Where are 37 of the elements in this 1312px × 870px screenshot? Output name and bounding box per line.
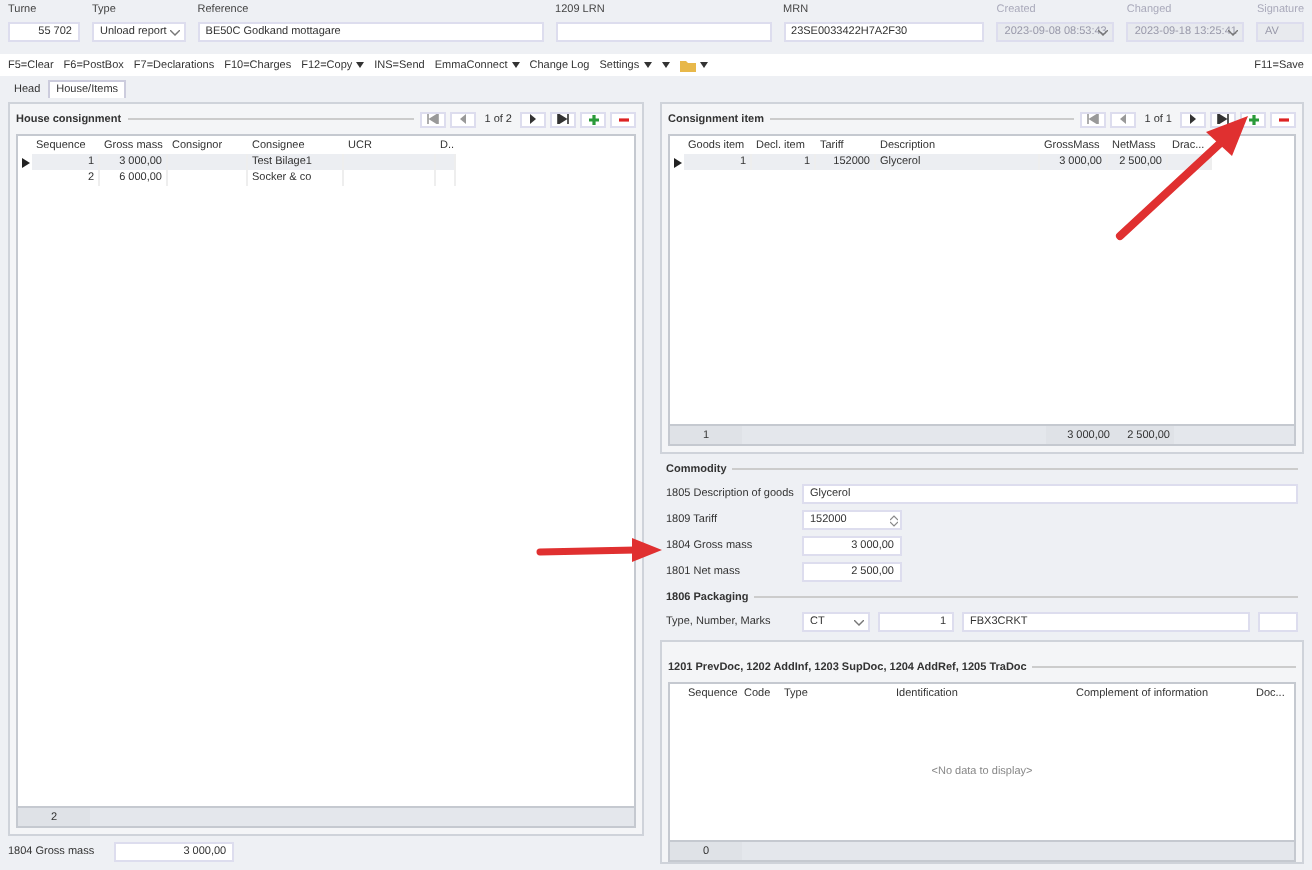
first-page-icon bbox=[1086, 114, 1101, 124]
add-button[interactable] bbox=[580, 111, 606, 127]
chevron-down-icon bbox=[169, 29, 180, 35]
last-page-icon bbox=[1216, 114, 1230, 124]
next-icon bbox=[1188, 114, 1198, 124]
input-field[interactable] bbox=[1258, 612, 1298, 632]
remove-button[interactable] bbox=[610, 111, 636, 127]
remove-button[interactable] bbox=[1270, 111, 1296, 127]
chevron-down-icon bbox=[854, 619, 864, 625]
previous-icon bbox=[1118, 114, 1129, 124]
folder-icon bbox=[679, 59, 696, 71]
first-page-icon bbox=[426, 114, 441, 124]
previous-page-button[interactable] bbox=[450, 111, 477, 127]
annotation-arrow bbox=[536, 538, 662, 562]
next-icon bbox=[528, 114, 538, 124]
plus-icon bbox=[587, 113, 599, 125]
caret-icon bbox=[356, 62, 365, 68]
plus-icon bbox=[1247, 113, 1259, 125]
last-page-button[interactable] bbox=[550, 111, 576, 127]
spinner-arrows-icon bbox=[890, 513, 898, 527]
input-field[interactable] bbox=[555, 22, 772, 42]
next-page-button[interactable] bbox=[520, 111, 546, 127]
minus-icon bbox=[617, 113, 629, 125]
caret-icon bbox=[511, 62, 520, 68]
annotation-arrow bbox=[1116, 116, 1248, 240]
chevron-down-icon bbox=[1228, 29, 1239, 35]
minus-icon bbox=[1277, 113, 1289, 125]
next-page-button[interactable] bbox=[1180, 111, 1206, 127]
previous-page-button[interactable] bbox=[1110, 111, 1137, 127]
folder-menu-button[interactable] bbox=[679, 59, 708, 71]
caret-icon bbox=[699, 62, 708, 68]
toolbar-menu-button[interactable] bbox=[661, 62, 670, 68]
first-page-button[interactable] bbox=[1080, 111, 1107, 127]
previous-icon bbox=[458, 114, 469, 124]
last-page-icon bbox=[556, 114, 570, 124]
first-page-button[interactable] bbox=[420, 111, 447, 127]
chevron-down-icon bbox=[1098, 29, 1109, 35]
